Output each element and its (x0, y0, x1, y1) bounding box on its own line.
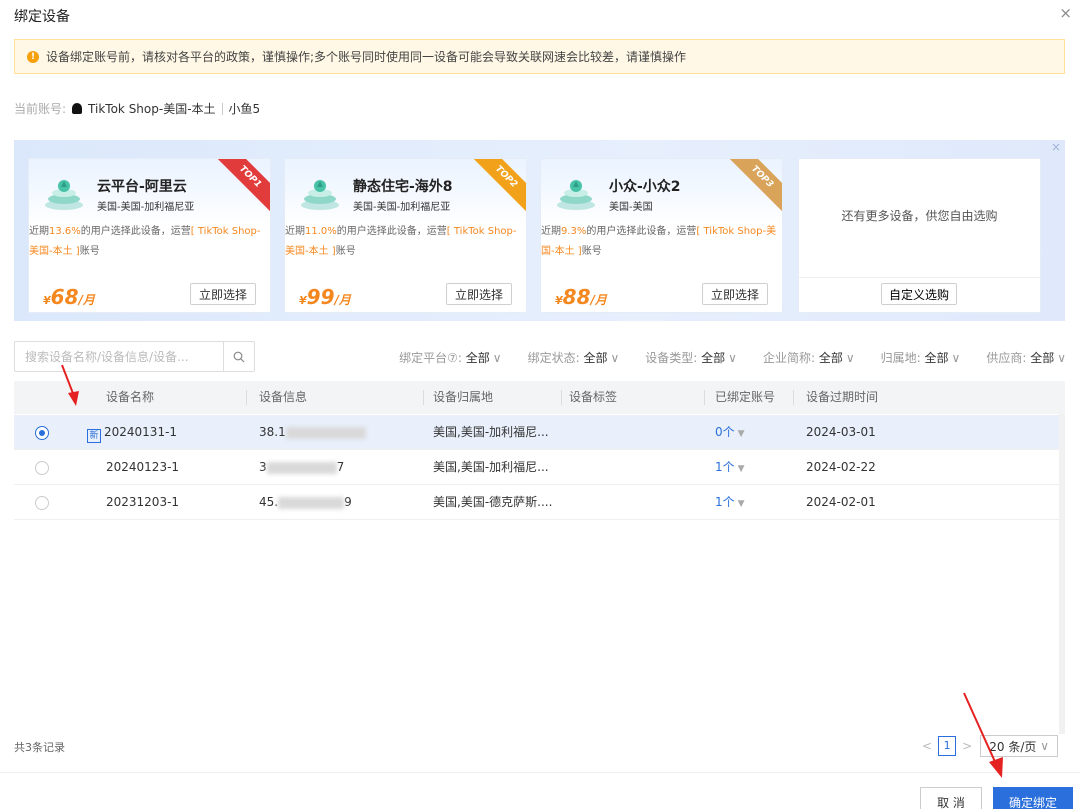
card-price: ¥99/月 (299, 285, 351, 309)
filter-status[interactable]: 绑定状态: 全部 ∨ (528, 349, 620, 366)
divider (799, 277, 1040, 278)
cancel-button[interactable]: 取 消 (920, 787, 982, 809)
device-name: 新 20240131-1 (87, 415, 177, 450)
expire-date: 2024-02-01 (806, 495, 876, 509)
column-header: 设备归属地 (433, 390, 494, 404)
expire-date: 2024-03-01 (806, 425, 876, 439)
card-title: 静态住宅-海外8 (353, 179, 453, 195)
bound-accounts[interactable]: 1个 ▼ (715, 450, 745, 485)
row-radio[interactable] (35, 426, 49, 440)
server-icon (45, 180, 83, 210)
select-now-button[interactable]: 立即选择 (190, 283, 256, 305)
card-region: 美国-美国-加利福尼亚 (353, 202, 451, 213)
footer-divider (0, 772, 1080, 773)
promo-banner: × 云平台-阿里云 美国-美国-加利福尼亚 近期13.6%的用户选择此设备，运营… (14, 140, 1065, 321)
filter-type[interactable]: 设备类型: 全部 ∨ (645, 349, 737, 366)
column-header: 设备名称 (106, 390, 155, 404)
custom-purchase-button[interactable]: 自定义选购 (881, 283, 957, 305)
device-info: 37 (259, 460, 345, 474)
confirm-bind-button[interactable]: 确定绑定 (993, 787, 1073, 809)
alert-banner: ! 设备绑定账号前，请核对各平台的政策，谨慎操作;多个账号同时使用同一设备可能会… (14, 39, 1065, 74)
warning-icon: ! (27, 50, 39, 63)
device-name: 20231203-1 (106, 495, 180, 509)
current-account: 当前账号: TikTok Shop-美国-本土 小鱼5 (14, 100, 260, 117)
card-price: ¥88/月 (555, 285, 607, 309)
card-region: 美国-美国-加利福尼亚 (97, 202, 195, 213)
filter-bar: 绑定平台⑦: 全部 ∨ 绑定状态: 全部 ∨ 设备类型: 全部 ∨ 企业简称: 全部 ∨… (373, 349, 1066, 366)
total-records: 共3条记录 (14, 741, 65, 754)
page-number[interactable]: 1 (938, 736, 957, 756)
chevron-down-icon: ∨ (1040, 739, 1049, 753)
device-card-3: 小众-小众2 美国-美国 近期9.3%的用户选择此设备，运营[ TikTok S… (540, 158, 783, 313)
expire-date: 2024-02-22 (806, 460, 876, 474)
card-region: 美国-美国 (609, 202, 653, 213)
table-row[interactable]: 20231203-1 45. 9 美国,美国-德克萨斯.... 1个 ▼ 2024-… (14, 485, 1065, 520)
table-scrollbar[interactable] (1059, 414, 1065, 734)
device-location: 美国,美国-加利福尼... (433, 460, 549, 474)
table-row[interactable]: 新 20240131-1 38.1 美国,美国-加利福尼... 0个 ▼ 2024-… (14, 415, 1065, 450)
server-icon (301, 180, 339, 210)
device-info: 38.1 (259, 415, 366, 450)
next-page-icon[interactable]: > (962, 739, 972, 753)
select-now-button[interactable]: 立即选择 (446, 283, 512, 305)
filter-platform[interactable]: 绑定平台⑦: 全部 ∨ (399, 349, 501, 366)
bound-accounts[interactable]: 0个 ▼ (715, 415, 745, 450)
more-devices-card: 还有更多设备，供您自由选购 自定义选购 (798, 158, 1041, 313)
card-description: 近期9.3%的用户选择此设备，运营[ TikTok Shop-美国-本土 ]账号 (541, 226, 777, 257)
table-header: 设备名称 设备信息 设备归属地 设备标签 已绑定账号 设备过期时间 (14, 381, 1065, 414)
account-label: 当前账号: (14, 102, 67, 116)
row-radio[interactable] (35, 461, 49, 475)
device-info: 45. 9 (259, 495, 352, 509)
account-name: 小鱼5 (228, 102, 261, 116)
close-icon[interactable]: × (1059, 4, 1072, 22)
top-badge: TOP1 (214, 159, 270, 213)
column-header: 设备标签 (569, 390, 618, 404)
search-input[interactable] (15, 342, 223, 371)
filter-location[interactable]: 归属地: 全部 ∨ (881, 349, 961, 366)
filter-supplier[interactable]: 供应商: 全部 ∨ (986, 349, 1066, 366)
column-header: 设备信息 (259, 390, 308, 404)
filter-company[interactable]: 企业简称: 全部 ∨ (763, 349, 855, 366)
tiktok-icon (72, 103, 83, 114)
card-description: 近期11.0%的用户选择此设备，运营[ TikTok Shop-美国-本土 ]账… (285, 226, 517, 257)
device-location: 美国,美国-德克萨斯.... (433, 495, 553, 509)
alert-text: 设备绑定账号前，请核对各平台的政策，谨慎操作;多个账号同时使用同一设备可能会导致… (46, 50, 687, 64)
search-icon (233, 351, 245, 362)
device-card-1: 云平台-阿里云 美国-美国-加利福尼亚 近期13.6%的用户选择此设备，运营[ … (28, 158, 271, 313)
column-header: 设备过期时间 (806, 390, 879, 404)
card-title: 云平台-阿里云 (97, 179, 187, 195)
account-platform: TikTok Shop-美国-本土 (88, 102, 216, 116)
new-badge: 新 (87, 429, 101, 443)
device-name: 20240123-1 (106, 460, 180, 474)
column-header: 已绑定账号 (715, 390, 776, 404)
device-card-2: 静态住宅-海外8 美国-美国-加利福尼亚 近期11.0%的用户选择此设备，运营[… (284, 158, 527, 313)
top-badge: TOP2 (470, 159, 526, 213)
divider (221, 102, 223, 115)
device-location: 美国,美国-加利福尼... (433, 425, 549, 439)
card-price: ¥68/月 (43, 285, 95, 309)
row-radio[interactable] (35, 496, 49, 510)
card-title: 小众-小众2 (609, 179, 681, 195)
top-badge: TOP3 (726, 159, 782, 213)
search-box (14, 341, 255, 372)
card-description: 近期13.6%的用户选择此设备，运营[ TikTok Shop-美国-本土 ]账… (29, 226, 261, 257)
bound-accounts[interactable]: 1个 ▼ (715, 485, 745, 520)
select-now-button[interactable]: 立即选择 (702, 283, 768, 305)
page-size-select[interactable]: 20 条/页 ∨ (980, 735, 1059, 757)
modal-title: 绑定设备 (14, 9, 70, 25)
prev-page-icon[interactable]: < (922, 739, 932, 753)
more-devices-text: 还有更多设备，供您自由选购 (841, 209, 998, 223)
pagination: < 1 > 20 条/页 ∨ (922, 735, 1059, 757)
server-icon (557, 180, 595, 210)
search-button[interactable] (223, 342, 254, 371)
promo-close-icon[interactable]: × (1051, 140, 1061, 154)
table-row[interactable]: 20240123-1 37 美国,美国-加利福尼... 1个 ▼ 2024-02-… (14, 450, 1065, 485)
